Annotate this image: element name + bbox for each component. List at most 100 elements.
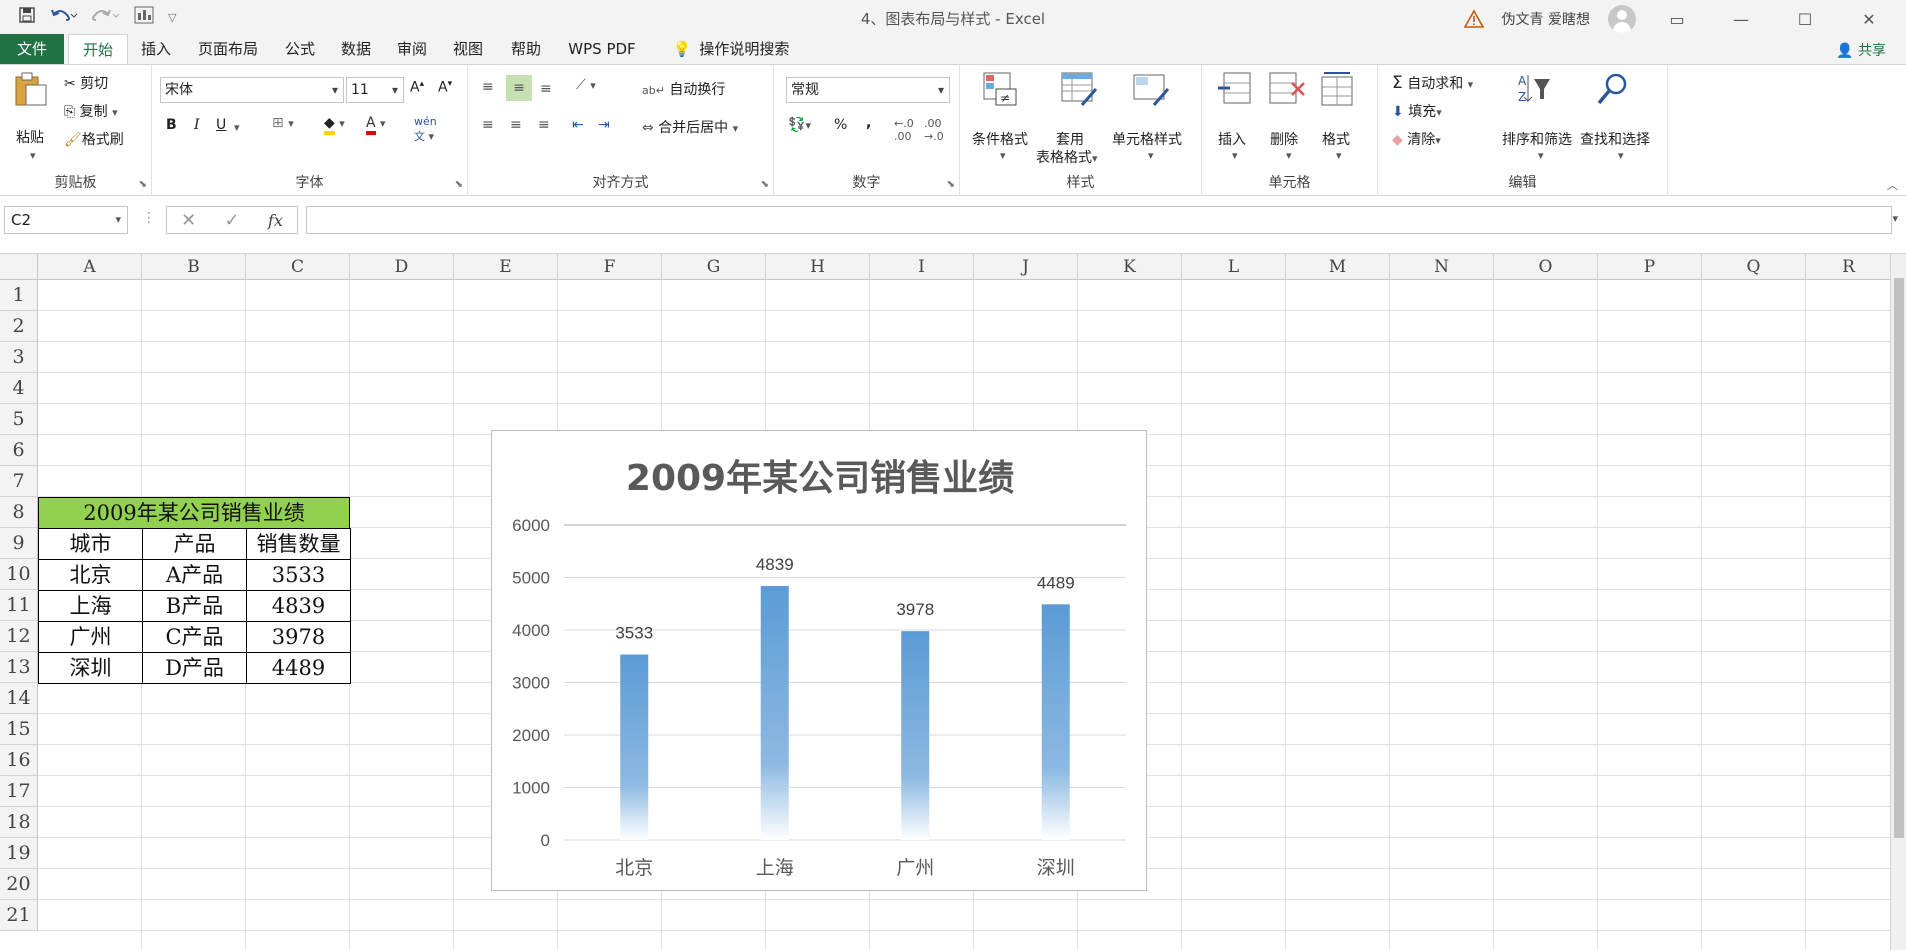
align-center-icon[interactable]: ≡ [510, 117, 522, 133]
accounting-format-icon[interactable]: 💱▾ [788, 117, 811, 133]
row-header-1[interactable]: 1 [0, 280, 38, 311]
row-header-5[interactable]: 5 [0, 404, 38, 435]
tab-review[interactable]: 审阅 [390, 34, 434, 64]
row-header-3[interactable]: 3 [0, 342, 38, 373]
decrease-decimal-icon[interactable]: .00 →.0 [924, 117, 944, 143]
column-header-q[interactable]: Q [1702, 254, 1806, 280]
table-header-cell[interactable]: 销售数量 [246, 528, 351, 560]
dialog-launcher-icon[interactable]: ⬊ [455, 179, 463, 190]
font-name-select[interactable]: 宋体 ▾ [160, 77, 344, 103]
table-header-cell[interactable]: 城市 [38, 528, 143, 560]
percent-button[interactable]: % [834, 117, 847, 133]
tab-file[interactable]: 文件 [0, 34, 64, 64]
find-select-button[interactable]: 查找和选择 [1580, 129, 1650, 149]
column-header-f[interactable]: F [558, 254, 662, 280]
font-color-icon[interactable]: A ▾ [366, 115, 386, 135]
collapse-ribbon-icon[interactable]: ︿ [1887, 177, 1898, 193]
align-right-icon[interactable]: ≡ [538, 117, 550, 133]
row-header-20[interactable]: 20 [0, 869, 38, 900]
row-header-10[interactable]: 10 [0, 559, 38, 590]
fill-button[interactable]: ⬇ 填充▾ [1392, 101, 1442, 121]
chevron-down-icon[interactable]: ▾ [1286, 149, 1292, 162]
table-cell[interactable]: 4839 [246, 590, 351, 622]
column-header-k[interactable]: K [1078, 254, 1182, 280]
format-as-table-button-1[interactable]: 套用 [1056, 129, 1084, 149]
column-header-a[interactable]: A [38, 254, 142, 280]
row-header-21[interactable]: 21 [0, 900, 38, 931]
increase-font-icon[interactable]: A▴ [410, 79, 424, 96]
name-box[interactable]: C2 ▾ [4, 206, 128, 234]
format-painter-button[interactable]: 🖌格式刷 [64, 129, 124, 149]
ribbon-display-options-icon[interactable]: ▭ [1654, 10, 1700, 29]
table-title-cell[interactable]: 2009年某公司销售业绩 [38, 497, 350, 529]
tab-page-layout[interactable]: 页面布局 [192, 34, 264, 64]
orientation-icon[interactable]: ⟋ ▾ [576, 77, 596, 93]
row-header-4[interactable]: 4 [0, 373, 38, 404]
merge-center-button[interactable]: ⇔ 合并后居中 ▾ [642, 117, 738, 137]
column-header-h[interactable]: H [766, 254, 870, 280]
cell-styles-button[interactable]: 单元格样式 [1112, 129, 1182, 149]
row-header-6[interactable]: 6 [0, 435, 38, 466]
row-header-16[interactable]: 16 [0, 745, 38, 776]
paste-icon[interactable] [12, 71, 50, 107]
data-label[interactable]: 3533 [615, 624, 653, 643]
close-icon[interactable]: ✕ [1846, 10, 1892, 29]
table-cell[interactable]: 3533 [246, 559, 351, 591]
row-header-9[interactable]: 9 [0, 528, 38, 559]
autosum-button[interactable]: Σ 自动求和 ▾ [1392, 73, 1473, 93]
data-label[interactable]: 4839 [756, 555, 794, 574]
insert-function-icon[interactable]: fx [268, 211, 283, 230]
column-header-p[interactable]: P [1598, 254, 1702, 280]
font-size-select[interactable]: 11 ▾ [346, 77, 404, 103]
column-header-r[interactable]: R [1806, 254, 1892, 280]
row-header-7[interactable]: 7 [0, 466, 38, 497]
chevron-down-icon[interactable]: ▾ [1000, 149, 1006, 162]
clear-button[interactable]: ◆ 清除▾ [1392, 129, 1441, 149]
table-cell[interactable]: C产品 [142, 621, 247, 653]
bar-1[interactable] [760, 585, 789, 840]
insert-cells-button[interactable]: 插入 [1218, 129, 1246, 149]
tab-formulas[interactable]: 公式 [278, 34, 322, 64]
select-all-corner[interactable] [0, 254, 38, 280]
tab-wps-pdf[interactable]: WPS PDF [562, 34, 642, 64]
tab-view[interactable]: 视图 [446, 34, 490, 64]
scrollbar-thumb[interactable] [1894, 278, 1904, 838]
maximize-icon[interactable]: ☐ [1782, 10, 1828, 29]
column-header-e[interactable]: E [454, 254, 558, 280]
table-cell[interactable]: 4489 [246, 652, 351, 684]
underline-button[interactable]: U [216, 117, 226, 133]
table-cell[interactable]: D产品 [142, 652, 247, 684]
row-header-14[interactable]: 14 [0, 683, 38, 714]
table-cell[interactable]: A产品 [142, 559, 247, 591]
delete-cells-button[interactable]: 删除 [1270, 129, 1298, 149]
fill-color-icon[interactable]: ◆ ▾ [324, 115, 345, 135]
bar-2[interactable] [901, 631, 930, 840]
row-header-13[interactable]: 13 [0, 652, 38, 683]
sales-chart[interactable]: 2009年某公司销售业绩 0 1000 2000 3000 4000 5000 6000 35… [491, 430, 1147, 891]
chevron-down-icon[interactable]: ▾ [1232, 149, 1238, 162]
align-top-icon[interactable]: ≡ [482, 79, 494, 95]
conditional-formatting-button[interactable]: 条件格式 [972, 129, 1028, 149]
increase-decimal-icon[interactable]: ←.0.00 [894, 117, 914, 143]
phonetic-icon[interactable]: wén 文 ▾ [414, 115, 437, 144]
table-cell[interactable]: B产品 [142, 590, 247, 622]
copy-button[interactable]: ⎘ 复制 ▾ [64, 101, 118, 121]
dialog-launcher-icon[interactable]: ⬊ [139, 179, 147, 190]
warning-icon[interactable] [1463, 9, 1484, 29]
italic-button[interactable]: I [194, 117, 200, 133]
column-header-n[interactable]: N [1390, 254, 1494, 280]
formula-bar-resize-icon[interactable]: ⋮ [142, 210, 156, 226]
table-cell[interactable]: 北京 [38, 559, 143, 591]
chart-plot-area[interactable]: 0 1000 2000 3000 4000 5000 6000 3533 北京 4839 上海 397… [492, 431, 1148, 892]
table-cell[interactable]: 3978 [246, 621, 351, 653]
minimize-icon[interactable]: — [1718, 10, 1764, 29]
share-button[interactable]: 👤 共享 [1836, 40, 1886, 60]
column-header-j[interactable]: J [974, 254, 1078, 280]
chevron-down-icon[interactable]: ▾ [1538, 149, 1544, 162]
column-header-m[interactable]: M [1286, 254, 1390, 280]
column-header-g[interactable]: G [662, 254, 766, 280]
align-bottom-icon[interactable]: ≡ [540, 81, 552, 97]
column-header-i[interactable]: I [870, 254, 974, 280]
column-header-b[interactable]: B [142, 254, 246, 280]
chevron-down-icon[interactable]: ▾ [1148, 149, 1154, 162]
